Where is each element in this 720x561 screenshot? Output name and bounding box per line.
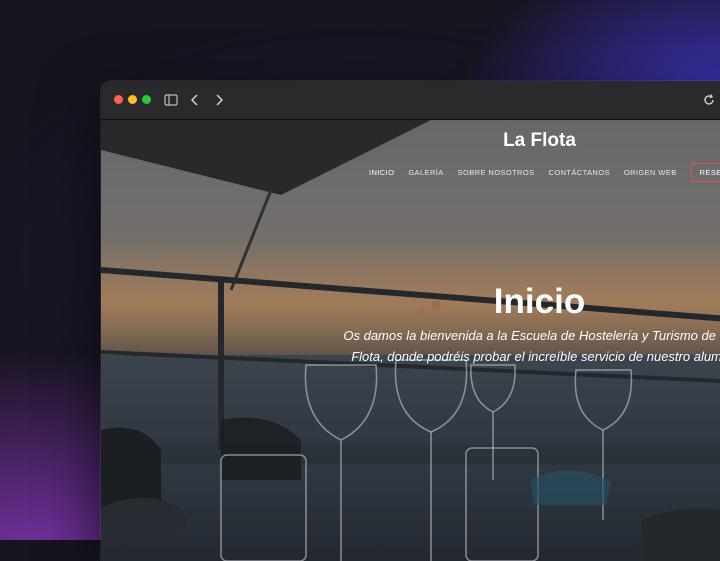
minimize-window-button[interactable] (128, 95, 137, 104)
browser-toolbar (101, 81, 720, 120)
site-title[interactable]: La Flota (101, 130, 720, 152)
browser-window: La Flota INICIO GALERÍA SOBRE NOSOTROS C… (101, 81, 720, 561)
webpage: La Flota INICIO GALERÍA SOBRE NOSOTROS C… (101, 120, 720, 561)
nav-item-galeria[interactable]: GALERÍA (408, 168, 443, 177)
main-nav: INICIO GALERÍA SOBRE NOSOTROS CONTÁCTANO… (369, 163, 720, 182)
nav-item-contactanos[interactable]: CONTÁCTANOS (549, 168, 610, 177)
maximize-window-button[interactable] (142, 95, 151, 104)
nav-item-origen-web[interactable]: ORIGEN WEB (624, 168, 677, 177)
reload-icon[interactable] (701, 92, 717, 108)
hero-text-line-2: Flota, donde podréis probar el increíble… (351, 349, 720, 364)
reserve-button[interactable]: RESERVAR (690, 163, 720, 182)
chevron-left-icon[interactable] (187, 92, 203, 108)
hero-welcome-text: Os damos la bienvenida a la Escuela de H… (291, 325, 720, 367)
hero-text-line-1: Os damos la bienvenida a la Escuela de H… (343, 328, 720, 343)
nav-item-inicio[interactable]: INICIO (369, 168, 394, 177)
close-window-button[interactable] (114, 95, 123, 104)
chevron-right-icon[interactable] (211, 92, 227, 108)
sidebar-icon[interactable] (163, 92, 179, 108)
hero-title: Inicio (493, 282, 586, 321)
nav-item-sobre-nosotros[interactable]: SOBRE NOSOTROS (458, 168, 535, 177)
